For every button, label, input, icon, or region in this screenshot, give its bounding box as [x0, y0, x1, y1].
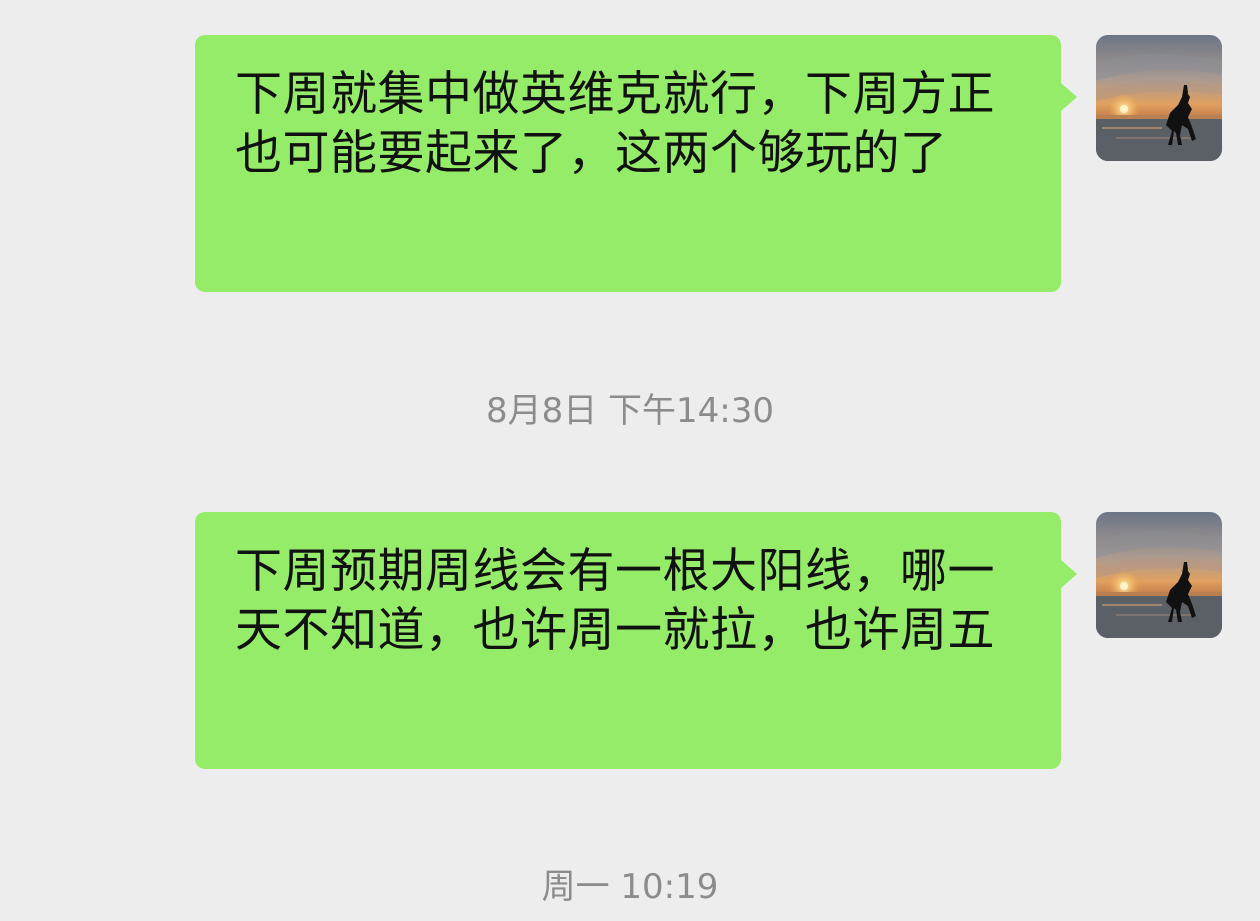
sunset-horse-avatar-icon [1096, 512, 1222, 638]
bubble-tail [1061, 560, 1077, 588]
timestamp: 周一 10:19 [541, 867, 719, 907]
message-text: 下周预期周线会有一根大阳线，哪一天不知道，也许周一就拉，也许周五 [235, 544, 995, 658]
message-bubble[interactable]: 下周就集中做英维克就行，下周方正也可能要起来了，这两个够玩的了 [195, 35, 1061, 292]
timestamp: 8月8日 下午14:30 [485, 391, 775, 431]
bubble-tail [1061, 83, 1077, 111]
sunset-horse-avatar-icon [1096, 35, 1222, 161]
message-bubble[interactable]: 下周预期周线会有一根大阳线，哪一天不知道，也许周一就拉，也许周五 [195, 512, 1061, 769]
message-text: 下周就集中做英维克就行，下周方正也可能要起来了，这两个够玩的了 [235, 67, 995, 181]
avatar[interactable] [1096, 35, 1222, 161]
avatar[interactable] [1096, 512, 1222, 638]
